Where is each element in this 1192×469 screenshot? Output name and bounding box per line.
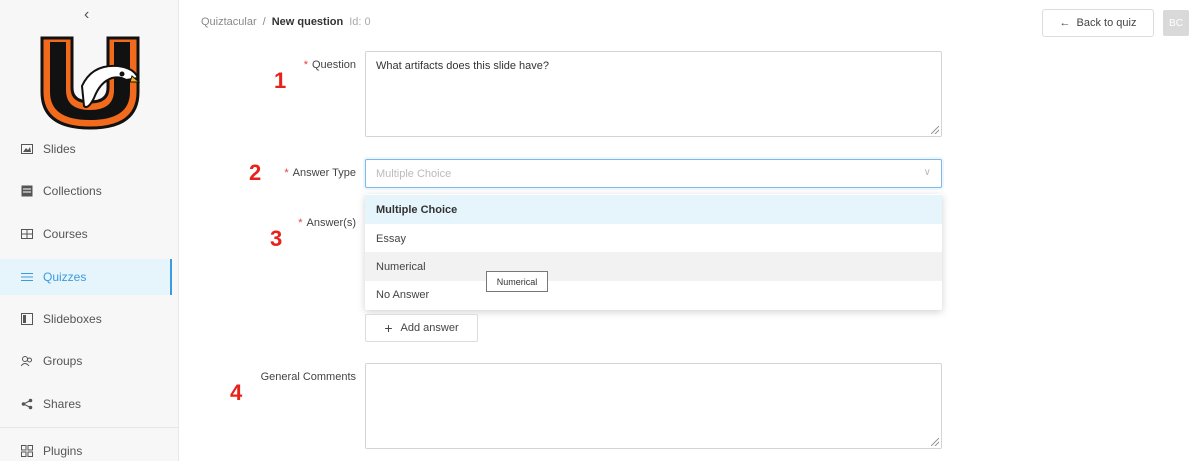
answer-type-label: Answer Type xyxy=(292,167,356,179)
sidebar-item-label: Slideboxes xyxy=(43,312,102,326)
grid-icon xyxy=(21,445,33,457)
question-textarea[interactable]: What artifacts does this slide have? xyxy=(365,51,942,137)
answer-type-placeholder: Multiple Choice xyxy=(376,167,452,180)
add-answer-button[interactable]: + Add answer xyxy=(365,314,478,342)
table-icon xyxy=(21,228,33,240)
back-to-quiz-button[interactable]: ← Back to quiz xyxy=(1042,9,1154,37)
answers-label-row: * Answer(s) xyxy=(288,217,356,229)
chevron-down-icon: ∨ xyxy=(923,167,931,178)
question-label: Question xyxy=(311,59,356,71)
required-mark: * xyxy=(303,59,308,71)
sidebar-item-label: Shares xyxy=(43,397,82,411)
required-mark: * xyxy=(298,217,303,229)
sidebar-item-label: Slides xyxy=(43,142,76,156)
university-logo xyxy=(40,36,140,130)
breadcrumb-root[interactable]: Quiztacular xyxy=(201,16,257,28)
sidebar-item-slideboxes[interactable]: Slideboxes xyxy=(0,301,172,337)
annotation-3: 3 xyxy=(270,226,283,251)
question-value: What artifacts does this slide have? xyxy=(376,60,550,72)
sidebar-item-label: Quizzes xyxy=(43,270,87,284)
sidebar-item-label: Courses xyxy=(43,227,88,241)
sidebar-item-courses[interactable]: Courses xyxy=(0,216,172,252)
annotation-4: 4 xyxy=(230,380,243,405)
answers-label: Answer(s) xyxy=(306,217,356,229)
general-comments-label: General Comments xyxy=(260,371,356,383)
annotation-1: 1 xyxy=(274,68,287,93)
answer-type-dropdown: Multiple Choice Essay Numerical No Answe… xyxy=(365,194,942,310)
option-multiple-choice[interactable]: Multiple Choice xyxy=(365,195,942,224)
question-id: Id: 0 xyxy=(349,16,371,28)
arrow-left-icon: ← xyxy=(1059,17,1071,29)
answer-type-select[interactable]: Multiple Choice ∨ xyxy=(365,159,942,188)
general-comments-textarea[interactable] xyxy=(365,363,942,449)
sidebar-item-plugins[interactable]: Plugins xyxy=(0,433,172,469)
breadcrumb-separator: / xyxy=(262,16,266,28)
plus-icon: + xyxy=(384,320,393,336)
option-no-answer[interactable]: No Answer xyxy=(365,280,942,309)
sidebar-item-groups[interactable]: Groups xyxy=(0,343,172,379)
sidebar-item-quizzes[interactable]: Quizzes xyxy=(0,259,172,295)
sidebar-item-shares[interactable]: Shares xyxy=(0,386,172,422)
answer-type-label-row: * Answer Type xyxy=(270,167,356,179)
sidebar-divider xyxy=(0,427,178,428)
breadcrumb-current: New question xyxy=(271,16,344,28)
add-answer-label: Add answer xyxy=(400,322,459,334)
users-icon xyxy=(20,355,33,367)
list-icon xyxy=(21,271,33,283)
resize-handle[interactable] xyxy=(931,126,939,134)
question-label-row: * Question xyxy=(290,59,356,71)
box-icon xyxy=(21,313,33,325)
option-numerical[interactable]: Numerical xyxy=(365,252,942,281)
collection-icon xyxy=(21,185,33,197)
option-tooltip: Numerical xyxy=(486,271,548,292)
image-icon xyxy=(21,143,33,155)
sidebar-item-slides[interactable]: Slides xyxy=(0,131,172,167)
required-mark: * xyxy=(284,167,289,179)
share-icon xyxy=(21,398,33,410)
resize-handle[interactable] xyxy=(931,438,939,446)
sidebar-item-collections[interactable]: Collections xyxy=(0,173,172,209)
breadcrumb: Quiztacular / New question Id: 0 xyxy=(201,16,371,28)
chevron-left-icon[interactable]: ‹ xyxy=(84,6,89,24)
sidebar: ‹ Slides Collections Courses Quizzes Sli… xyxy=(0,0,179,461)
annotation-2: 2 xyxy=(249,160,262,185)
sidebar-item-label: Plugins xyxy=(43,444,83,458)
option-essay[interactable]: Essay xyxy=(365,224,942,253)
avatar[interactable]: BC xyxy=(1163,10,1189,36)
sidebar-item-label: Collections xyxy=(43,184,102,198)
sidebar-item-label: Groups xyxy=(43,354,83,368)
back-to-quiz-label: Back to quiz xyxy=(1076,17,1137,29)
